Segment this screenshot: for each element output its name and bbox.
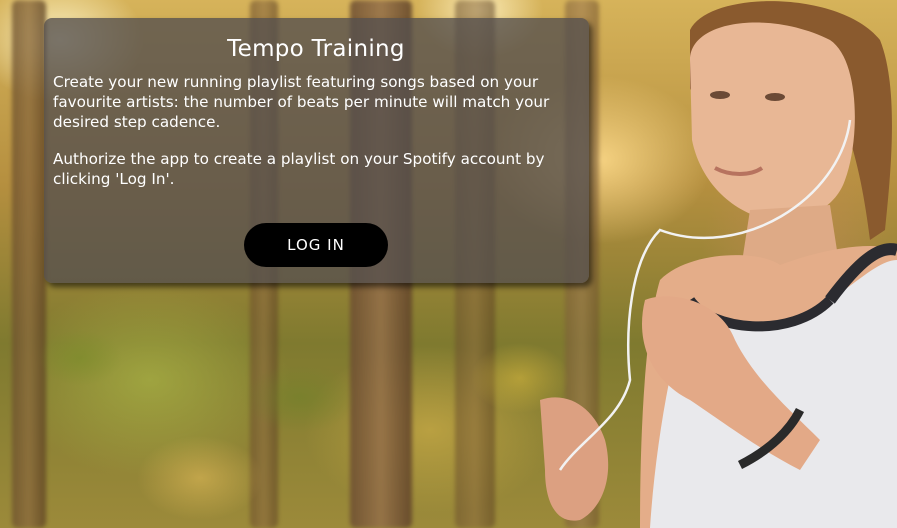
log-in-button[interactable]: LOG IN [244,223,388,267]
runner-photo [540,1,897,528]
page-background: Tempo Training Create your new running p… [0,0,897,528]
app-description: Create your new running playlist featuri… [53,73,550,131]
page-title: Tempo Training [227,36,405,62]
tempo-training-panel: Tempo Training Create your new running p… [44,18,589,283]
authorization-instructions: Authorize the app to create a playlist o… [53,150,545,188]
